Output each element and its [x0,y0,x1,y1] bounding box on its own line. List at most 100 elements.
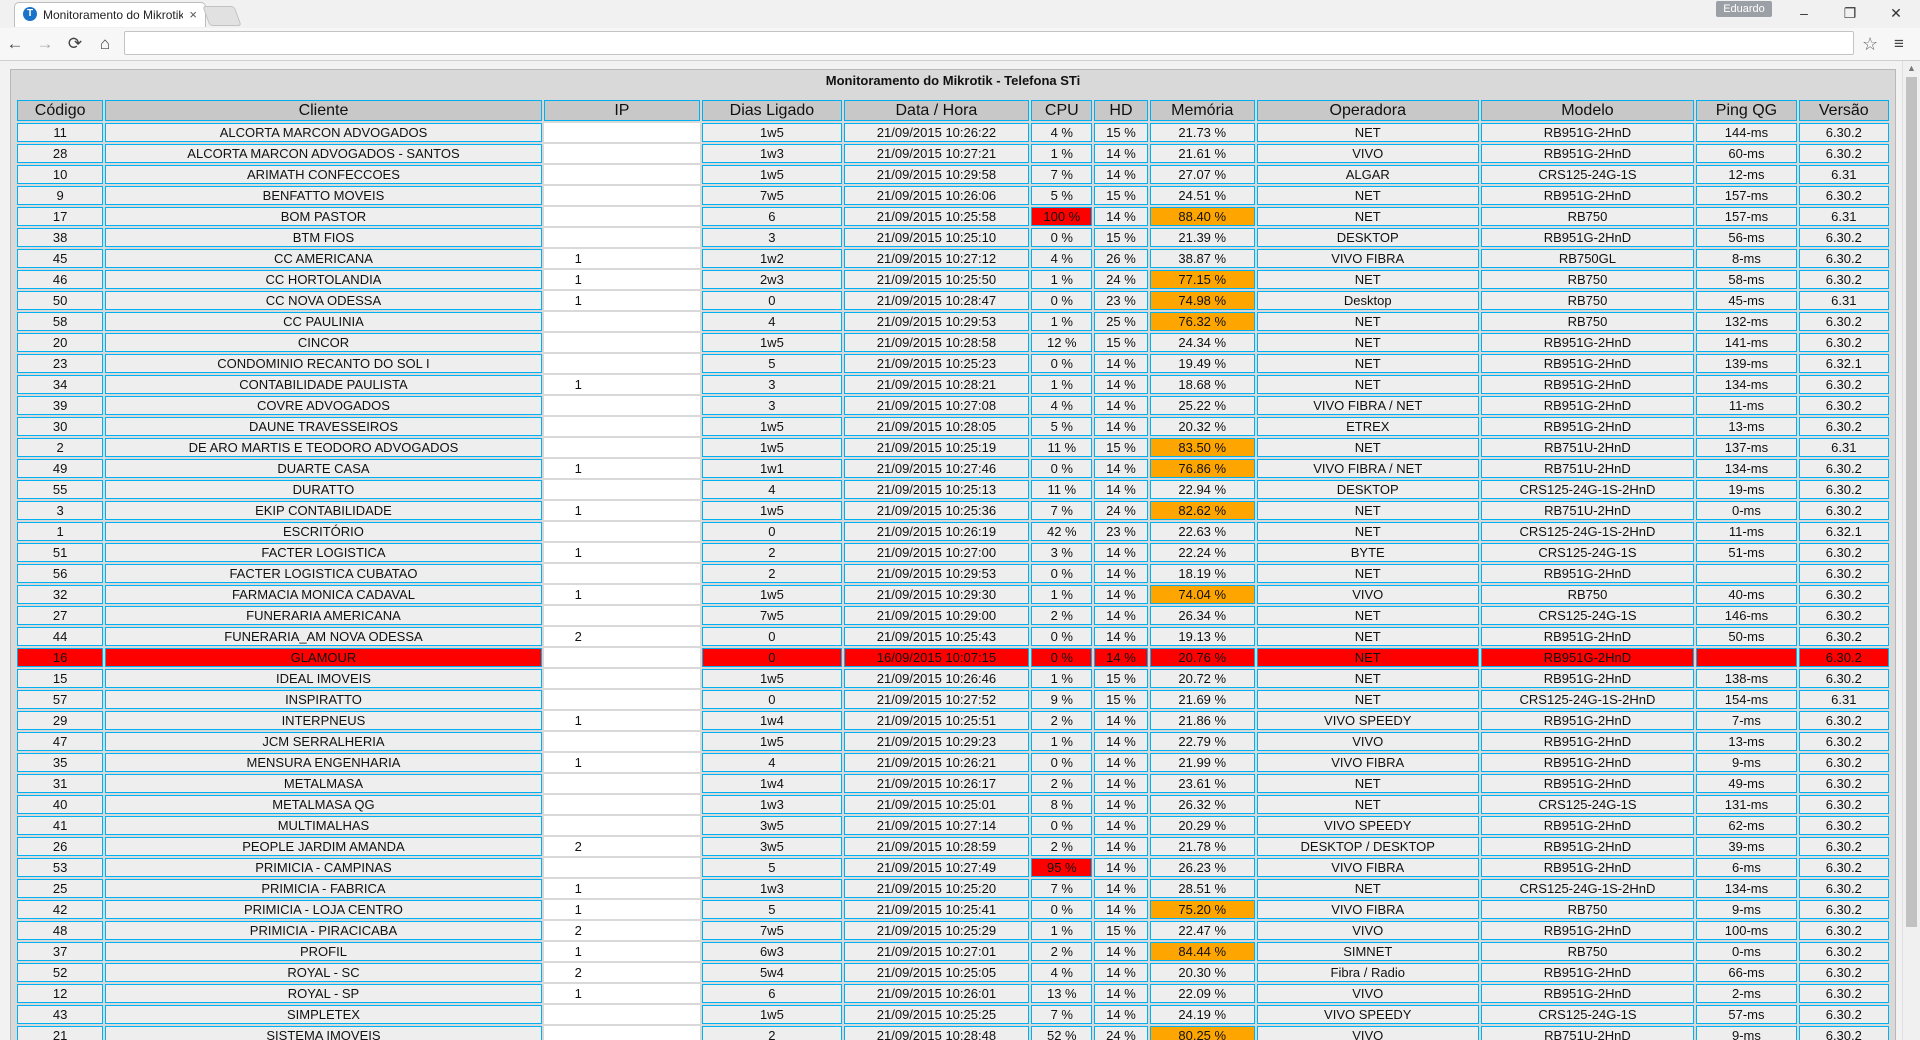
ping-qg-cell: 7-ms [1696,711,1797,730]
col-memoria-header: Memória [1149,100,1255,121]
new-tab-button[interactable] [202,6,242,26]
data-hora-cell: 21/09/2015 10:29:53 [843,312,1030,331]
memoria-cell: 22.24 % [1149,543,1255,562]
col-modelo-header: Modelo [1480,100,1695,121]
ping-qg-cell: 9-ms [1696,753,1797,772]
cpu-cell: 1 % [1031,732,1093,751]
page-title: Monitoramento do Mikrotik - Telefona STi [825,73,1081,88]
hd-cell: 15 % [1094,123,1148,142]
data-hora-cell: 21/09/2015 10:29:00 [843,606,1030,625]
ping-qg-cell: 57-ms [1696,1005,1797,1024]
modelo-cell: RB751U-2HnD [1480,1026,1695,1040]
hd-cell: 14 % [1094,711,1148,730]
ip-cell [543,186,701,205]
home-icon[interactable]: ⌂ [94,33,116,55]
cpu-cell: 0 % [1031,354,1093,373]
cpu-cell: 2 % [1031,774,1093,793]
ip-cell: 1 [543,459,701,478]
data-hora-cell: 16/09/2015 10:07:15 [843,648,1030,667]
ip-cell: 1 [543,711,701,730]
memoria-cell: 22.63 % [1149,522,1255,541]
dias-ligado-cell: 2w3 [702,270,842,289]
hd-cell: 14 % [1094,543,1148,562]
cpu-cell: 4 % [1031,396,1093,415]
hd-cell: 23 % [1094,291,1148,310]
forward-icon[interactable]: → [34,33,56,55]
ping-qg-cell: 134-ms [1696,879,1797,898]
codigo-cell: 56 [17,564,104,583]
ip-cell: 1 [543,249,701,268]
table-row: 25 PRIMICIA - FABRICA 1 1w3 21/09/2015 10:25… [17,879,1889,898]
modelo-cell: RB951G-2HnD [1480,186,1695,205]
bookmark-star-icon[interactable]: ☆ [1862,33,1878,55]
table-row: 3 EKIP CONTABILIDADE 1 1w5 21/09/2015 10:25:… [17,501,1889,520]
modelo-cell: RB951G-2HnD [1480,354,1695,373]
memoria-cell: 20.29 % [1149,816,1255,835]
ping-qg-cell: 134-ms [1696,375,1797,394]
versao-cell: 6.30.2 [1798,312,1889,331]
data-hora-cell: 21/09/2015 10:28:05 [843,417,1030,436]
reload-icon[interactable]: ⟳ [64,33,86,55]
data-hora-cell: 21/09/2015 10:27:08 [843,396,1030,415]
cpu-cell: 0 % [1031,564,1093,583]
versao-cell: 6.30.2 [1798,900,1889,919]
cliente-cell: EKIP CONTABILIDADE [105,501,542,520]
browser-menu-icon[interactable]: ≡ [1894,33,1904,55]
col-ip-header: IP [543,100,701,121]
versao-cell: 6.30.2 [1798,648,1889,667]
ip-cell [543,690,701,709]
codigo-cell: 47 [17,732,104,751]
memoria-cell: 22.79 % [1149,732,1255,751]
scroll-up-icon[interactable]: ▲ [1907,63,1916,73]
memoria-cell: 26.23 % [1149,858,1255,877]
ping-qg-cell: 132-ms [1696,312,1797,331]
minimize-icon[interactable]: – [1784,3,1824,23]
memoria-cell: 24.19 % [1149,1005,1255,1024]
operadora-cell: VIVO FIBRA [1256,858,1479,877]
cliente-cell: PRIMICIA - FABRICA [105,879,542,898]
versao-cell: 6.30.2 [1798,144,1889,163]
ip-cell [543,207,701,226]
dias-ligado-cell: 1w5 [702,123,842,142]
table-row: 11 ALCORTA MARCON ADVOGADOS 1w5 21/09/2015 … [17,123,1889,142]
address-bar[interactable] [124,31,1854,55]
ping-qg-cell: 11-ms [1696,522,1797,541]
hd-cell: 15 % [1094,921,1148,940]
ip-cell: 1 [543,585,701,604]
codigo-cell: 50 [17,291,104,310]
modelo-cell: CRS125-24G-1S [1480,1005,1695,1024]
versao-cell: 6.31 [1798,438,1889,457]
vertical-scrollbar[interactable]: ▲ [1902,61,1920,1040]
data-hora-cell: 21/09/2015 10:25:50 [843,270,1030,289]
close-tab-icon[interactable]: × [189,7,197,22]
modelo-cell: RB951G-2HnD [1480,228,1695,247]
memoria-cell: 21.61 % [1149,144,1255,163]
versao-cell: 6.30.2 [1798,879,1889,898]
modelo-cell: RB951G-2HnD [1480,858,1695,877]
codigo-cell: 37 [17,942,104,961]
close-window-icon[interactable]: ✕ [1876,3,1916,23]
dias-ligado-cell: 1w5 [702,165,842,184]
restore-icon[interactable]: ❐ [1830,3,1870,23]
data-hora-cell: 21/09/2015 10:26:22 [843,123,1030,142]
cpu-cell: 0 % [1031,816,1093,835]
versao-cell: 6.32.1 [1798,354,1889,373]
browser-tab[interactable]: T Monitoramento do Mikrotik × [14,2,206,27]
codigo-cell: 9 [17,186,104,205]
back-icon[interactable]: ← [4,33,26,55]
codigo-cell: 12 [17,984,104,1003]
cliente-cell: COVRE ADVOGADOS [105,396,542,415]
operadora-cell: NET [1256,774,1479,793]
hd-cell: 14 % [1094,984,1148,1003]
operadora-cell: VIVO [1256,732,1479,751]
memoria-cell: 21.99 % [1149,753,1255,772]
table-row: 46 CC HORTOLANDIA 1 2w3 21/09/2015 10:25:50 1… [17,270,1889,289]
user-profile-badge[interactable]: Eduardo [1716,1,1772,17]
ping-qg-cell: 50-ms [1696,627,1797,646]
operadora-cell: DESKTOP [1256,228,1479,247]
operadora-cell: VIVO FIBRA [1256,249,1479,268]
cpu-cell: 12 % [1031,333,1093,352]
ping-qg-cell: 0-ms [1696,942,1797,961]
codigo-cell: 53 [17,858,104,877]
scrollbar-thumb[interactable] [1906,77,1917,927]
